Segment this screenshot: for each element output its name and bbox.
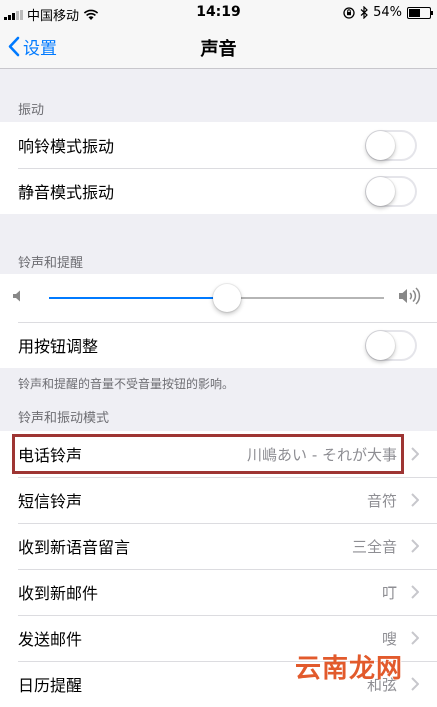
navigation-bar: 设置 声音 <box>0 26 437 69</box>
vibration-group: 响铃模式振动 静音模式振动 <box>0 122 437 214</box>
ring-vibration-toggle[interactable] <box>365 130 417 161</box>
silent-vibration-label: 静音模式振动 <box>18 183 115 202</box>
page-title: 声音 <box>200 39 237 60</box>
toggle-knob <box>366 177 395 206</box>
status-right: 54% <box>343 5 433 20</box>
use-buttons-row: 用按钮调整 <box>0 322 437 368</box>
volume-slider[interactable] <box>49 284 384 312</box>
status-bar: 中国移动 14:19 54% <box>0 0 437 26</box>
battery-percent: 54% <box>373 5 402 20</box>
section-header-patterns: 铃声和振动模式 <box>18 411 110 426</box>
ringtone-value: 川嶋あい - それが大事 <box>247 445 397 464</box>
ringtone-row[interactable]: 电话铃声 川嶋あい - それが大事 <box>0 431 437 477</box>
chevron-right-icon <box>411 493 419 507</box>
chevron-right-icon <box>411 631 419 645</box>
volume-slider-thumb[interactable] <box>212 284 241 312</box>
new-mail-value: 叮 <box>381 583 397 602</box>
ring-vibration-row: 响铃模式振动 <box>0 122 437 168</box>
chevron-right-icon <box>411 539 419 553</box>
watermark-logo: 云南龙网 <box>294 654 403 684</box>
new-voicemail-row[interactable]: 收到新语音留言 三全音 <box>0 523 437 569</box>
calendar-alerts-label: 日历提醒 <box>18 676 83 695</box>
speaker-low-icon <box>13 290 20 302</box>
text-tone-value: 音符 <box>366 491 397 510</box>
battery-icon <box>407 6 433 19</box>
battery-fill <box>409 8 420 17</box>
volume-slider-row <box>0 274 437 322</box>
toggle-knob <box>366 331 395 360</box>
chevron-right-icon <box>411 447 419 461</box>
new-mail-label: 收到新邮件 <box>18 584 99 603</box>
new-voicemail-value: 三全音 <box>351 537 397 556</box>
speaker-high-icon <box>399 287 421 305</box>
chevron-right-icon <box>411 585 419 599</box>
chevron-right-icon <box>411 677 419 691</box>
text-tone-label: 短信铃声 <box>18 492 83 511</box>
toggle-knob <box>366 131 395 160</box>
new-voicemail-label: 收到新语音留言 <box>18 538 131 557</box>
silent-vibration-toggle[interactable] <box>365 176 417 207</box>
bluetooth-icon <box>360 6 368 19</box>
new-mail-row[interactable]: 收到新邮件 叮 <box>0 569 437 615</box>
orientation-lock-icon <box>343 6 355 19</box>
ringer-footnote: 铃声和提醒的音量不受音量按钮的影响。 <box>18 377 235 391</box>
sent-mail-label: 发送邮件 <box>18 630 83 649</box>
ringer-group: 用按钮调整 <box>0 274 437 368</box>
text-tone-row[interactable]: 短信铃声 音符 <box>0 477 437 523</box>
sent-mail-value: 嗖 <box>381 629 397 648</box>
use-buttons-toggle[interactable] <box>365 330 417 361</box>
section-header-ringer: 铃声和提醒 <box>18 256 84 271</box>
section-header-vibration: 振动 <box>18 103 45 118</box>
silent-vibration-row: 静音模式振动 <box>0 168 437 214</box>
ringtone-label: 电话铃声 <box>18 446 83 465</box>
volume-slider-fill <box>49 297 227 299</box>
use-buttons-label: 用按钮调整 <box>18 337 99 356</box>
ring-vibration-label: 响铃模式振动 <box>18 137 115 156</box>
